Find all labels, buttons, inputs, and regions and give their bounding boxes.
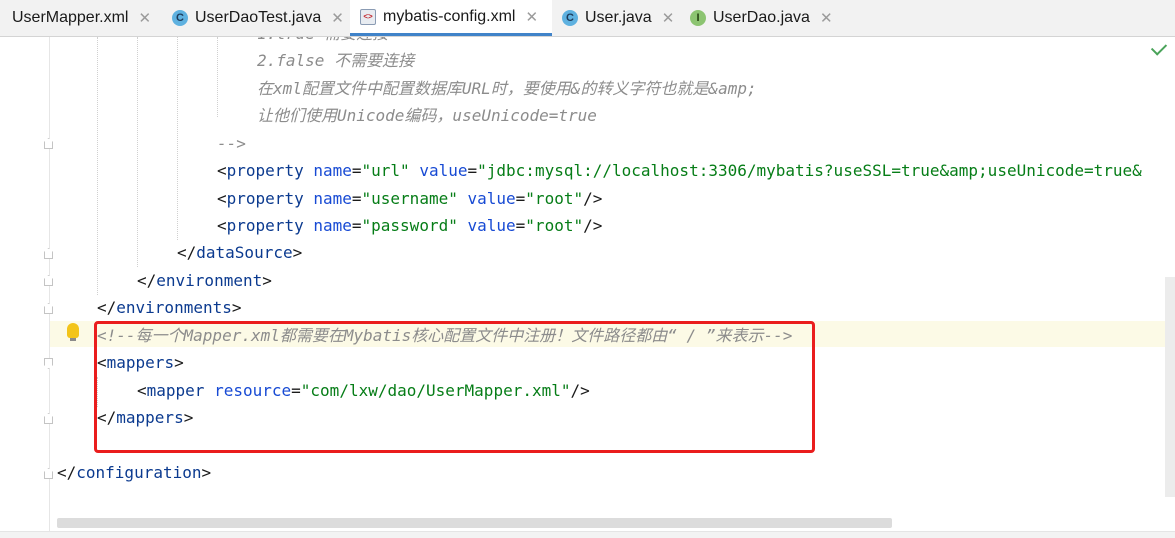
fold-marker[interactable]: [44, 358, 53, 369]
code-token: name: [313, 189, 352, 208]
lightbulb-icon[interactable]: [67, 323, 79, 341]
code-token: =: [351, 161, 362, 180]
fold-marker[interactable]: [44, 138, 53, 149]
code-line: <property name="username" value="root"/>: [217, 185, 602, 212]
code-token: property: [226, 161, 304, 180]
code-token: environments: [116, 298, 232, 317]
tab-label: UserDaoTest.java: [195, 9, 322, 26]
code-line: <property name="url" value="jdbc:mysql:/…: [217, 157, 1142, 184]
close-icon[interactable]: ✕: [331, 9, 344, 27]
checkmark-icon: [1150, 39, 1168, 56]
code-line: </environment>: [137, 267, 272, 294]
code-token: "root": [525, 189, 584, 208]
code-token: 2.false 不需要连接: [257, 51, 415, 70]
fold-marker[interactable]: [44, 468, 53, 479]
code-token: =: [351, 189, 362, 208]
tab-userdaotest-java[interactable]: C UserDaoTest.java ✕: [160, 0, 350, 36]
fold-marker[interactable]: [44, 248, 53, 259]
tab-label: UserDao.java: [713, 9, 810, 26]
code-token: >: [262, 271, 272, 290]
code-token: =: [515, 189, 526, 208]
code-line: 1.true 需要连接: [257, 37, 388, 47]
code-token: </: [97, 298, 117, 317]
code-token: />: [583, 189, 603, 208]
code-token: name: [313, 216, 352, 235]
java-interface-icon: I: [690, 10, 706, 26]
code-token: =: [351, 216, 362, 235]
java-class-icon: C: [562, 10, 578, 26]
code-token: "root": [525, 216, 584, 235]
code-token: name: [313, 161, 352, 180]
code-token: "jdbc:mysql://localhost:3306/mybatis?use…: [477, 161, 1142, 180]
code-token: 在xml配置文件中配置数据库URL时，要使用&的转义字符也就是&amp;: [257, 79, 757, 98]
close-icon[interactable]: ✕: [662, 9, 675, 27]
code-token: </: [57, 463, 77, 482]
code-token: =: [515, 216, 526, 235]
tab-mybatis-config-xml[interactable]: <> mybatis-config.xml ✕: [350, 0, 552, 36]
code-token: <: [217, 216, 227, 235]
vertical-scrollbar[interactable]: [1165, 277, 1175, 497]
code-token: >: [292, 243, 303, 262]
code-token: </: [137, 271, 157, 290]
code-line: </configuration>: [57, 459, 211, 486]
code-token: 让他们使用Unicode编码，useUnicode=true: [257, 106, 597, 125]
editor-tab-bar: UserMapper.xml ✕ C UserDaoTest.java ✕ <>…: [0, 0, 1175, 37]
indent-guide: [97, 37, 98, 295]
code-token: >: [231, 298, 242, 317]
tab-label: User.java: [585, 9, 652, 26]
code-token: value: [467, 189, 516, 208]
code-line: <property name="password" value="root"/>: [217, 212, 602, 239]
editor-bottom-edge: [0, 531, 1175, 538]
fold-marker[interactable]: [44, 413, 53, 424]
code-token: "url": [361, 161, 410, 180]
xml-file-icon: <>: [360, 8, 376, 25]
code-line: -->: [217, 130, 246, 157]
code-line: </environments>: [97, 294, 242, 321]
indent-guide: [177, 37, 178, 240]
fold-marker[interactable]: [44, 303, 53, 314]
tab-label: UserMapper.xml: [12, 9, 129, 26]
tab-user-java[interactable]: C User.java ✕: [552, 0, 678, 36]
code-token: property: [226, 189, 304, 208]
java-class-icon: C: [172, 10, 188, 26]
code-line: 让他们使用Unicode编码，useUnicode=true: [257, 102, 597, 129]
code-token: >: [201, 463, 212, 482]
code-token: -->: [217, 134, 246, 153]
close-icon[interactable]: ✕: [820, 9, 833, 27]
code-token: value: [419, 161, 468, 180]
indent-guide: [217, 37, 218, 117]
tab-usermapper-xml[interactable]: UserMapper.xml ✕: [0, 0, 160, 36]
code-token: "password": [361, 216, 458, 235]
tab-userdao-java[interactable]: I UserDao.java ✕: [678, 0, 848, 36]
gutter-divider: [49, 37, 50, 538]
code-token: <: [217, 161, 227, 180]
code-token: 1.true 需要连接: [257, 37, 388, 43]
annotation-highlight-box: [94, 321, 815, 453]
code-line: 2.false 不需要连接: [257, 47, 414, 74]
code-token: <: [217, 189, 227, 208]
code-token: configuration: [76, 463, 202, 482]
code-editor[interactable]: 1.true 需要连接 2.false 不需要连接 在xml配置文件中配置数据库…: [0, 37, 1175, 538]
code-token: </: [177, 243, 197, 262]
code-token: dataSource: [196, 243, 293, 262]
tab-label: mybatis-config.xml: [383, 7, 516, 25]
code-token: property: [226, 216, 304, 235]
code-line: 在xml配置文件中配置数据库URL时，要使用&的转义字符也就是&amp;: [257, 75, 757, 102]
horizontal-scrollbar[interactable]: [57, 518, 892, 528]
code-token: />: [583, 216, 603, 235]
close-icon[interactable]: ✕: [138, 9, 151, 27]
close-icon[interactable]: ✕: [525, 8, 538, 26]
code-line: </dataSource>: [177, 239, 302, 266]
code-token: value: [467, 216, 516, 235]
code-token: environment: [156, 271, 263, 290]
code-token: =: [467, 161, 478, 180]
indent-guide: [137, 37, 138, 267]
code-token: "username": [361, 189, 458, 208]
fold-marker[interactable]: [44, 275, 53, 286]
